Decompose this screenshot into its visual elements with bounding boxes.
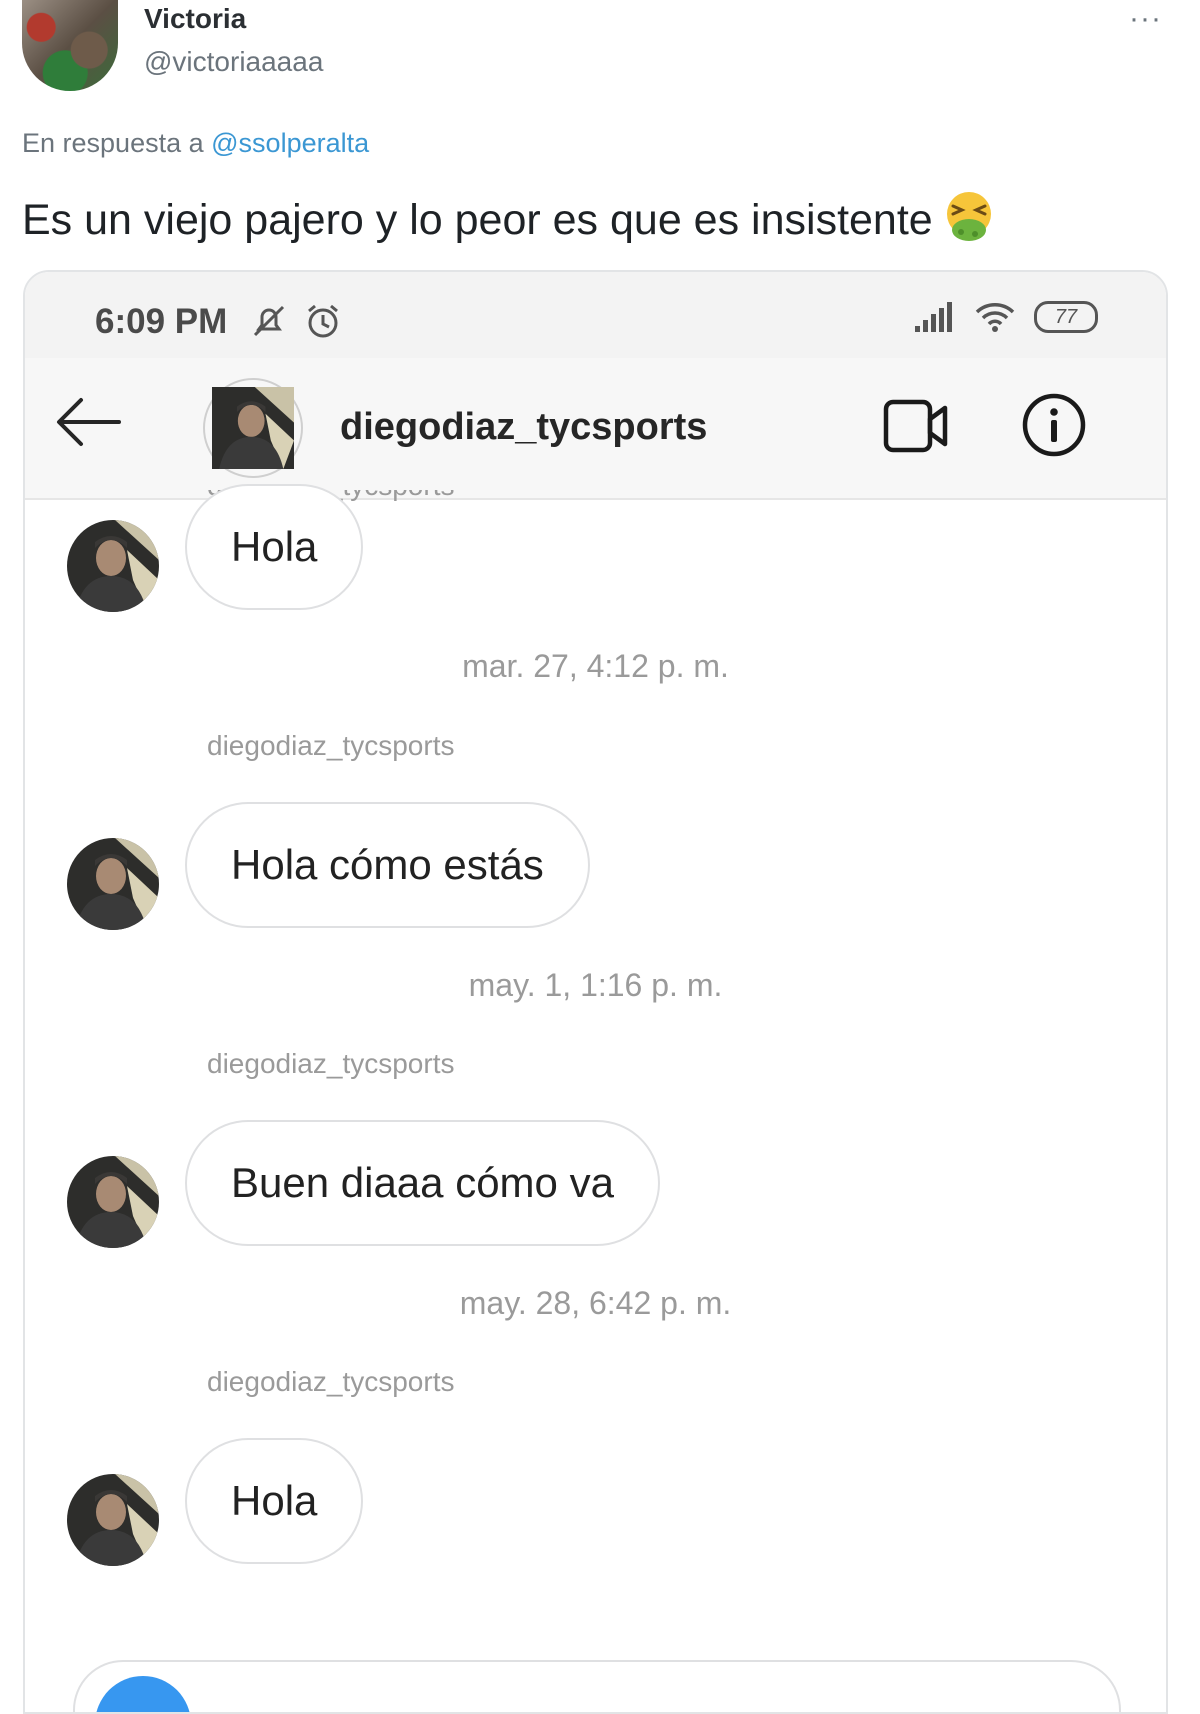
tweet-author-handle[interactable]: @victoriaaaaa bbox=[144, 46, 323, 78]
sender-name: diegodiaz_tycsports bbox=[207, 1366, 455, 1397]
alarm-clock-icon bbox=[308, 304, 339, 338]
tweet-author-name[interactable]: Victoria bbox=[144, 3, 246, 35]
tweet-text: Es un viejo pajero y lo peor es que es i… bbox=[22, 190, 995, 245]
reply-context: En respuesta a @ssolperalta bbox=[22, 128, 369, 159]
video-call-icon[interactable] bbox=[883, 398, 951, 454]
header-avatar-image bbox=[212, 387, 294, 469]
sender-avatar[interactable] bbox=[67, 1156, 159, 1248]
message-composer[interactable] bbox=[73, 1660, 1121, 1712]
reply-prefix: En respuesta a bbox=[22, 128, 204, 158]
muted-bell-icon bbox=[253, 305, 285, 337]
sender-avatar[interactable] bbox=[67, 520, 159, 612]
status-icons-left bbox=[249, 301, 343, 341]
sender-avatar[interactable] bbox=[67, 838, 159, 930]
sender-avatar[interactable] bbox=[67, 1474, 159, 1566]
header-avatar[interactable] bbox=[203, 378, 303, 478]
profile-photo-icon bbox=[67, 1474, 159, 1566]
profile-photo-icon bbox=[67, 1156, 159, 1248]
face-vomiting-icon bbox=[946, 192, 991, 241]
info-icon[interactable] bbox=[1021, 392, 1087, 458]
profile-photo-icon bbox=[67, 520, 159, 612]
tweet-text-body: Es un viejo pajero y lo peor es que es i… bbox=[22, 196, 933, 244]
more-options-icon[interactable]: ··· bbox=[1129, 2, 1162, 36]
back-arrow-icon[interactable] bbox=[55, 394, 123, 450]
tweet-author-avatar[interactable] bbox=[22, 0, 118, 91]
embedded-screenshot[interactable]: 6:09 PM 77 diegodiaz_tycsports Hola mar.… bbox=[23, 270, 1168, 1714]
dm-username[interactable]: diegodiaz_tycsports bbox=[340, 406, 707, 449]
message-bubble[interactable]: Hola cómo estás bbox=[185, 802, 590, 928]
sender-name: diegodiaz_tycsports bbox=[207, 1048, 455, 1079]
wifi-icon bbox=[975, 303, 1014, 332]
status-icons-right: 77 bbox=[913, 300, 1098, 334]
message-bubble[interactable]: Buen diaaa cómo va bbox=[185, 1120, 660, 1246]
battery-icon: 77 bbox=[1034, 301, 1098, 333]
message-bubble[interactable]: Hola bbox=[185, 484, 364, 610]
profile-photo-icon bbox=[67, 838, 159, 930]
profile-photo-icon bbox=[212, 387, 294, 469]
camera-button-icon[interactable] bbox=[95, 1676, 191, 1712]
message-timestamp: mar. 27, 4:12 p. m. bbox=[462, 648, 729, 684]
signal-icon bbox=[915, 302, 953, 332]
message-bubble[interactable]: Hola bbox=[185, 1438, 364, 1564]
message-timestamp: may. 1, 1:16 p. m. bbox=[468, 967, 723, 1003]
reply-mention-link[interactable]: @ssolperalta bbox=[211, 128, 369, 158]
sender-name: diegodiaz_tycsports bbox=[207, 730, 455, 761]
dm-header: diegodiaz_tycsports bbox=[25, 358, 1166, 500]
message-timestamp: may. 28, 6:42 p. m. bbox=[459, 1285, 732, 1321]
phone-status-bar: 6:09 PM 77 bbox=[25, 272, 1166, 358]
status-time: 6:09 PM bbox=[95, 302, 228, 341]
